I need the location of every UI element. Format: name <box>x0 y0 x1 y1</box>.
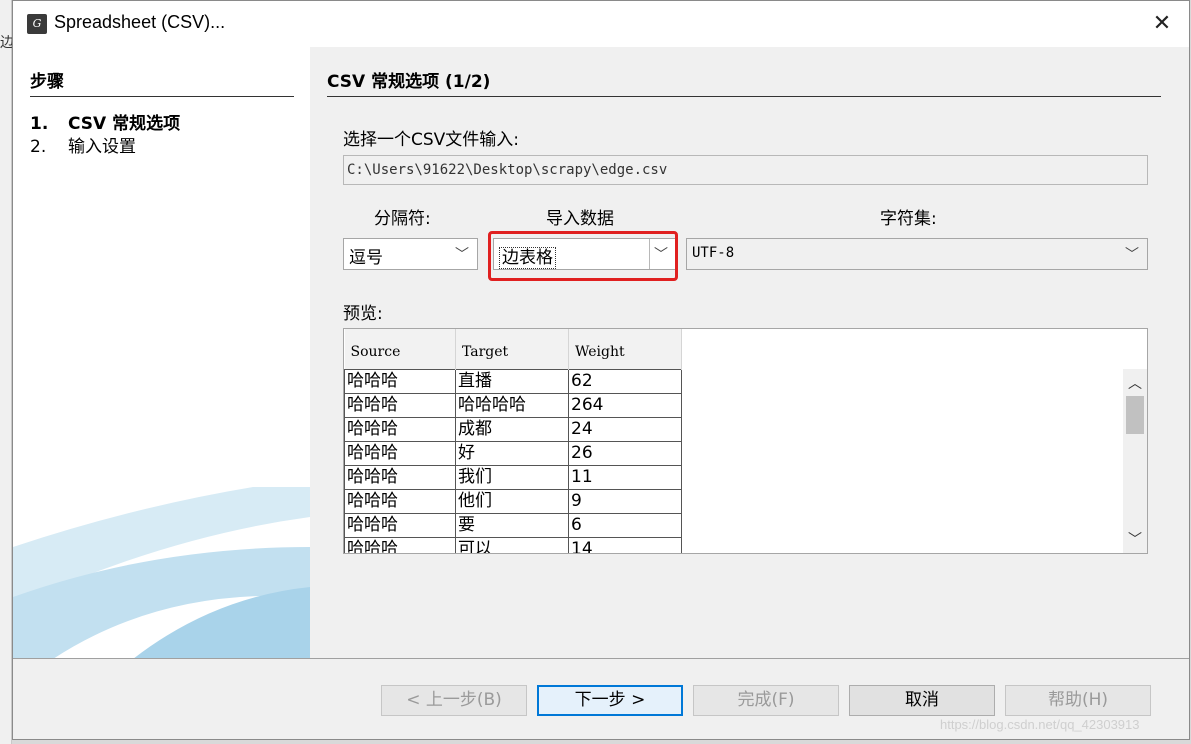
close-button[interactable]: ✕ <box>1149 11 1175 37</box>
table-cell: 11 <box>568 465 682 490</box>
preview-table: Source Target Weight 哈哈哈 直播 62 哈哈哈 哈哈哈哈 … <box>344 329 682 553</box>
csv-import-dialog: G Spreadsheet (CSV)... ✕ 步骤 1. CSV 常规选项 2… <box>12 0 1190 740</box>
title-bar: G Spreadsheet (CSV)... ✕ <box>13 1 1189 47</box>
column-header-source: Source <box>344 329 456 369</box>
table-cell: 可以 <box>455 537 569 553</box>
table-row: 哈哈哈 可以 14 <box>344 537 682 553</box>
steps-header: 步骤 <box>30 67 294 97</box>
table-row: 哈哈哈 我们 11 <box>344 465 682 490</box>
step-item-input-settings: 2. 输入设置 <box>30 132 136 157</box>
step-item-csv-options: 1. CSV 常规选项 <box>30 109 180 134</box>
charset-value: UTF-8 <box>692 245 735 261</box>
vertical-scrollbar[interactable]: ︿ ﹀ <box>1123 369 1147 553</box>
column-header-target: Target <box>455 329 569 369</box>
table-cell: 要 <box>455 513 569 538</box>
separator-value: 逗号 <box>349 248 383 268</box>
chevron-down-icon: ﹀ <box>455 247 469 263</box>
table-row: 哈哈哈 好 26 <box>344 441 682 466</box>
table-row: 哈哈哈 哈哈哈哈 264 <box>344 393 682 418</box>
table-cell: 哈哈哈 <box>344 441 456 466</box>
table-cell: 哈哈哈 <box>344 489 456 514</box>
scrollbar-thumb[interactable] <box>1126 396 1144 434</box>
preview-table-container: Source Target Weight 哈哈哈 直播 62 哈哈哈 哈哈哈哈 … <box>343 328 1148 554</box>
footer-divider <box>13 658 1189 659</box>
table-cell: 直播 <box>455 368 569 394</box>
table-row: 哈哈哈 直播 62 <box>344 368 682 394</box>
table-cell: 哈哈哈 <box>344 417 456 442</box>
table-cell: 哈哈哈 <box>344 537 456 553</box>
table-cell: 他们 <box>455 489 569 514</box>
step-number: 1. <box>30 114 49 134</box>
table-row: 哈哈哈 要 6 <box>344 513 682 538</box>
table-cell: 9 <box>568 489 682 514</box>
background-window-edge: 边 <box>0 0 14 744</box>
table-row: 哈哈哈 成都 24 <box>344 417 682 442</box>
table-cell: 6 <box>568 513 682 538</box>
watermark: https://blog.csdn.net/qq_42303913 <box>940 717 1140 732</box>
table-cell: 哈哈哈 <box>344 513 456 538</box>
table-cell: 哈哈哈 <box>344 368 456 394</box>
highlight-annotation <box>488 231 678 281</box>
charset-label: 字符集: <box>880 209 937 229</box>
dialog-title: Spreadsheet (CSV)... <box>54 12 226 32</box>
preview-label: 预览: <box>343 304 383 324</box>
table-cell: 26 <box>568 441 682 466</box>
chevron-up-icon[interactable]: ︿ <box>1128 373 1142 393</box>
table-cell: 我们 <box>455 465 569 490</box>
table-row: 哈哈哈 他们 9 <box>344 489 682 514</box>
back-button[interactable]: < 上一步(B) <box>381 685 527 716</box>
help-button[interactable]: 帮助(H) <box>1005 685 1151 716</box>
chevron-down-icon: ﹀ <box>1125 247 1139 263</box>
step-label: 输入设置 <box>68 137 136 157</box>
table-cell: 14 <box>568 537 682 553</box>
next-button[interactable]: 下一步 > <box>537 685 683 716</box>
cancel-button[interactable]: 取消 <box>849 685 995 716</box>
decorative-swoosh <box>13 487 310 659</box>
app-icon: G <box>27 14 47 34</box>
step-label: CSV 常规选项 <box>68 114 181 134</box>
finish-button[interactable]: 完成(F) <box>693 685 839 716</box>
main-panel: CSV 常规选项 (1/2) 选择一个CSV文件输入: C:\Users\916… <box>310 47 1189 659</box>
table-cell: 哈哈哈哈 <box>455 393 569 418</box>
file-input-label: 选择一个CSV文件输入: <box>343 130 520 150</box>
file-path-field[interactable]: C:\Users\91622\Desktop\scrapy\edge.csv <box>343 155 1148 185</box>
import-data-label: 导入数据 <box>546 209 614 229</box>
chevron-down-icon[interactable]: ﹀ <box>1128 529 1142 549</box>
charset-select[interactable]: UTF-8 ﹀ <box>686 238 1148 270</box>
section-title: CSV 常规选项 (1/2) <box>327 67 1161 97</box>
column-header-weight: Weight <box>568 329 682 369</box>
table-cell: 哈哈哈 <box>344 465 456 490</box>
table-cell: 哈哈哈 <box>344 393 456 418</box>
table-cell: 62 <box>568 368 682 394</box>
steps-panel: 步骤 1. CSV 常规选项 2. 输入设置 <box>13 47 310 659</box>
table-cell: 成都 <box>455 417 569 442</box>
table-cell: 264 <box>568 393 682 418</box>
separator-label: 分隔符: <box>374 209 431 229</box>
table-cell: 好 <box>455 441 569 466</box>
table-cell: 24 <box>568 417 682 442</box>
separator-select[interactable]: 逗号 ﹀ <box>343 238 478 270</box>
step-number: 2. <box>30 137 47 157</box>
